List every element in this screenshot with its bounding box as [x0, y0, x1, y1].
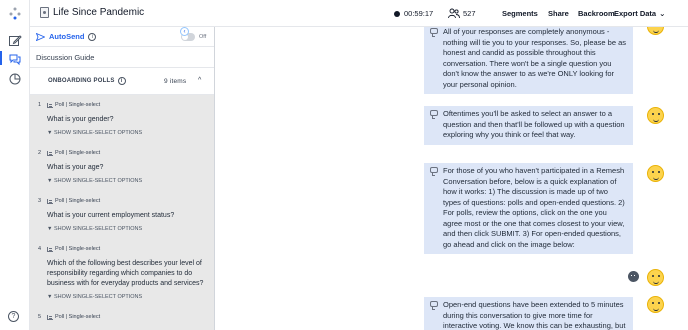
reaction-emoji-icon[interactable] [647, 165, 664, 182]
poll-item[interactable]: 1 Poll | Single-select What is your gend… [30, 102, 214, 136]
chat-area: All of your responses are completely ano… [216, 27, 688, 330]
message-text: Open-end questions have been extended to… [443, 300, 626, 330]
polls-count: 9 items [164, 78, 187, 85]
poll-type: Poll | Single-select [47, 150, 206, 156]
poll-number: 4 [38, 246, 42, 252]
reaction-emoji-icon[interactable] [647, 296, 664, 313]
moderator-message: Oftentimes you'll be asked to select an … [424, 106, 633, 145]
participant-count[interactable]: 527 [448, 0, 476, 27]
poll-question: Which of the following best describes yo… [47, 260, 204, 287]
poll-type: Poll | Single-select [47, 246, 206, 252]
info-icon[interactable]: i [117, 77, 126, 85]
polls-header-label: ONBOARDING POLLS [48, 78, 115, 84]
poll-type-label: Poll | Single-select [55, 198, 101, 204]
discussion-guide-panel: AutoSend i Off Discussion Guide ONBOARDI… [30, 27, 215, 330]
poll-type-label: Poll | Single-select [55, 150, 101, 156]
backroom-link[interactable]: Backroom [578, 0, 615, 27]
participant-count-value: 527 [463, 9, 476, 18]
poll-number: 3 [38, 198, 42, 204]
poll-type-label: Poll | Single-select [55, 246, 101, 252]
export-data-menu[interactable]: Export Data ⌄ [614, 0, 665, 27]
chart-icon[interactable] [8, 72, 22, 86]
poll-type-icon [47, 314, 53, 320]
poll-item[interactable]: 3 Poll | Single-select What is your curr… [30, 198, 214, 232]
help-icon[interactable]: ? [8, 311, 19, 322]
poll-item[interactable]: 2 Poll | Single-select What is your age?… [30, 150, 214, 184]
chat-bubble-icon [430, 167, 438, 176]
reaction-emoji-icon[interactable] [647, 269, 664, 286]
bot-avatar-icon [628, 271, 639, 282]
show-options-toggle[interactable]: ▼ SHOW SINGLE-SELECT OPTIONS [47, 178, 206, 184]
poll-type: Poll | Single-select [47, 198, 206, 204]
participants-icon [448, 8, 460, 19]
moderator-message: For those of you who haven't participate… [424, 163, 633, 254]
poll-type-label: Poll | Single-select [55, 314, 101, 320]
moderator-message: All of your responses are completely ano… [424, 27, 633, 94]
poll-item[interactable]: 4 Poll | Single-select Which of the foll… [30, 246, 214, 300]
poll-question: What is your age? [47, 164, 104, 171]
poll-type-icon [47, 150, 53, 156]
poll-type: Poll | Single-select [47, 102, 206, 108]
poll-question: What is your gender? [47, 116, 114, 123]
info-icon[interactable]: i [88, 32, 97, 41]
autosend-icon [36, 32, 45, 41]
show-options-toggle[interactable]: ▼ SHOW SINGLE-SELECT OPTIONS [47, 130, 206, 136]
message-text: Oftentimes you'll be asked to select an … [443, 109, 625, 139]
poll-number: 2 [38, 150, 42, 156]
active-indicator [0, 51, 2, 65]
collapse-panel-button[interactable]: ‹ [180, 27, 189, 36]
chat-bubble-icon [430, 28, 438, 37]
title-area: Life Since Pandemic [40, 7, 144, 18]
remesh-logo-icon[interactable] [8, 6, 22, 20]
timer-dot-icon [394, 10, 400, 17]
poll-question: What is your current employment status? [47, 212, 175, 219]
poll-type-icon [47, 198, 53, 204]
moderator-message: Open-end questions have been extended to… [424, 297, 633, 330]
poll-type: Poll | Single-select [47, 314, 206, 320]
page-title: Life Since Pandemic [53, 7, 145, 18]
poll-type-label: Poll | Single-select [55, 102, 101, 108]
timer-value: 00:59:17 [404, 9, 434, 18]
chat-bubble-icon [430, 110, 438, 119]
timer: 00:59:17 [394, 0, 433, 27]
share-link[interactable]: Share [548, 0, 569, 27]
onboarding-polls-header[interactable]: ONBOARDING POLLS i 9 items ^ [30, 68, 214, 95]
edit-icon[interactable] [8, 34, 22, 48]
poll-number: 1 [38, 102, 42, 108]
chat-bubble-icon [430, 301, 438, 310]
icon-rail: ? [0, 0, 30, 330]
conversation-doc-icon [40, 7, 49, 18]
show-options-toggle[interactable]: ▼ SHOW SINGLE-SELECT OPTIONS [47, 294, 206, 300]
autosend-label: AutoSend [49, 32, 85, 41]
poll-item[interactable]: 5 Poll | Single-select [30, 314, 214, 320]
reaction-emoji-icon[interactable] [647, 27, 664, 35]
chevron-up-icon[interactable]: ^ [198, 77, 202, 84]
message-text: For those of you who haven't participate… [443, 166, 625, 249]
guide-title: Discussion Guide [30, 47, 214, 68]
poll-type-icon [47, 246, 53, 252]
export-data-label: Export Data [614, 9, 657, 18]
message-text: All of your responses are completely ano… [443, 27, 627, 89]
chevron-down-icon: ⌄ [659, 9, 666, 18]
segments-link[interactable]: Segments [502, 0, 538, 27]
reaction-emoji-icon[interactable] [647, 107, 664, 124]
conversation-icon[interactable] [8, 52, 22, 66]
show-options-toggle[interactable]: ▼ SHOW SINGLE-SELECT OPTIONS [47, 226, 206, 232]
autosend-toggle-state: Off [199, 34, 207, 40]
poll-type-icon [47, 102, 53, 108]
top-header: Life Since Pandemic 00:59:17 527 Segment… [30, 0, 688, 27]
poll-number: 5 [38, 314, 42, 320]
